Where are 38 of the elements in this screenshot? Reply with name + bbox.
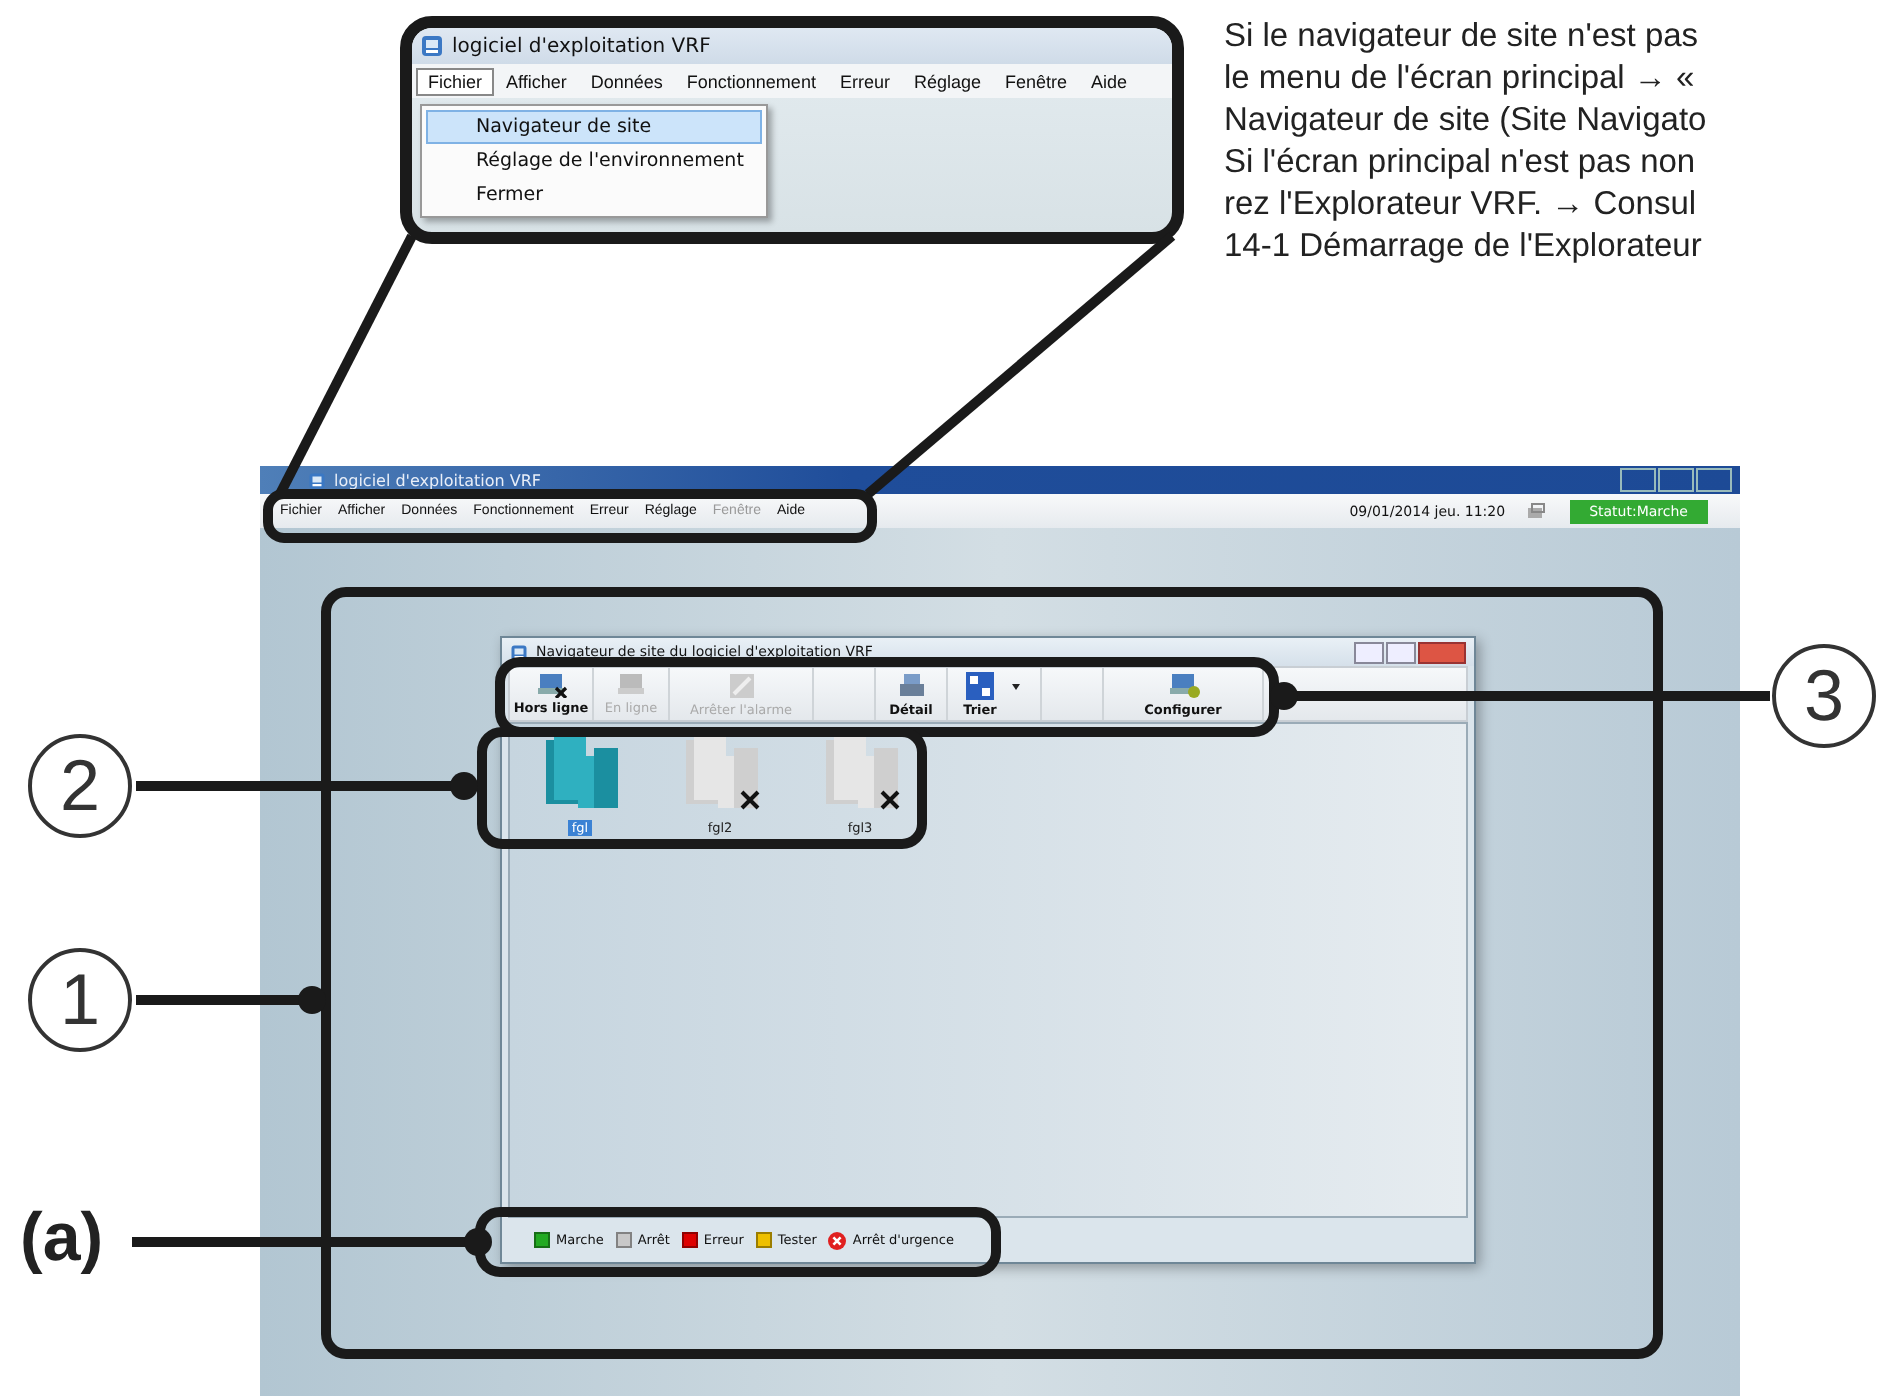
- instruction-text: Navigateur de site (Site Navigato: [1224, 100, 1709, 142]
- menu-item[interactable]: Erreur: [827, 67, 902, 95]
- sort-icon: [966, 671, 994, 699]
- callout-label: (a): [20, 1200, 104, 1278]
- instruction-text: rez l'Explorateur VRF. → Consul: [1224, 184, 1699, 226]
- printer-icon: [897, 671, 925, 699]
- menu-item[interactable]: Réglage: [901, 67, 993, 95]
- window-title: logiciel d'exploitation VRF: [452, 35, 711, 57]
- monitor-icon[interactable]: [1525, 501, 1546, 521]
- menu-option[interactable]: Fermer: [426, 178, 762, 212]
- computer-icon: [535, 672, 567, 698]
- computer-icon: [1167, 671, 1199, 699]
- menu-item[interactable]: Fichier: [416, 67, 495, 95]
- maximize-button[interactable]: [1658, 468, 1694, 492]
- callout-number: 3: [1772, 644, 1876, 748]
- callout-number: 2: [28, 734, 132, 838]
- app-icon: [420, 34, 444, 58]
- menu-option[interactable]: Réglage de l'environnement: [426, 144, 762, 178]
- instruction-text: le menu de l'écran principal → «: [1224, 58, 1697, 100]
- callout-number: 1: [28, 948, 132, 1052]
- minimize-button[interactable]: [1620, 468, 1656, 492]
- close-button[interactable]: [1418, 641, 1466, 663]
- window-title: logiciel d'exploitation VRF: [334, 471, 543, 489]
- instruction-text: Si le navigateur de site n'est pas: [1224, 16, 1701, 58]
- computer-icon: [615, 672, 647, 698]
- menu-item[interactable]: Données: [578, 67, 675, 95]
- menu-item[interactable]: Aide: [1079, 67, 1140, 95]
- minimize-button[interactable]: [1354, 641, 1384, 663]
- menu-option[interactable]: Navigateur de site: [426, 110, 762, 144]
- caret-icon[interactable]: [1012, 683, 1020, 693]
- close-button[interactable]: [1696, 468, 1732, 492]
- menu-item[interactable]: Fenêtre: [993, 67, 1080, 95]
- instruction-text: 14-1 Démarrage de l'Explorateur: [1224, 226, 1704, 268]
- maximize-button[interactable]: [1386, 641, 1416, 663]
- app-icon: [308, 471, 326, 489]
- instruction-text: Si l'écran principal n'est pas non: [1224, 142, 1698, 184]
- menu-item[interactable]: Fonctionnement: [674, 67, 828, 95]
- menu-item[interactable]: Afficher: [494, 67, 579, 95]
